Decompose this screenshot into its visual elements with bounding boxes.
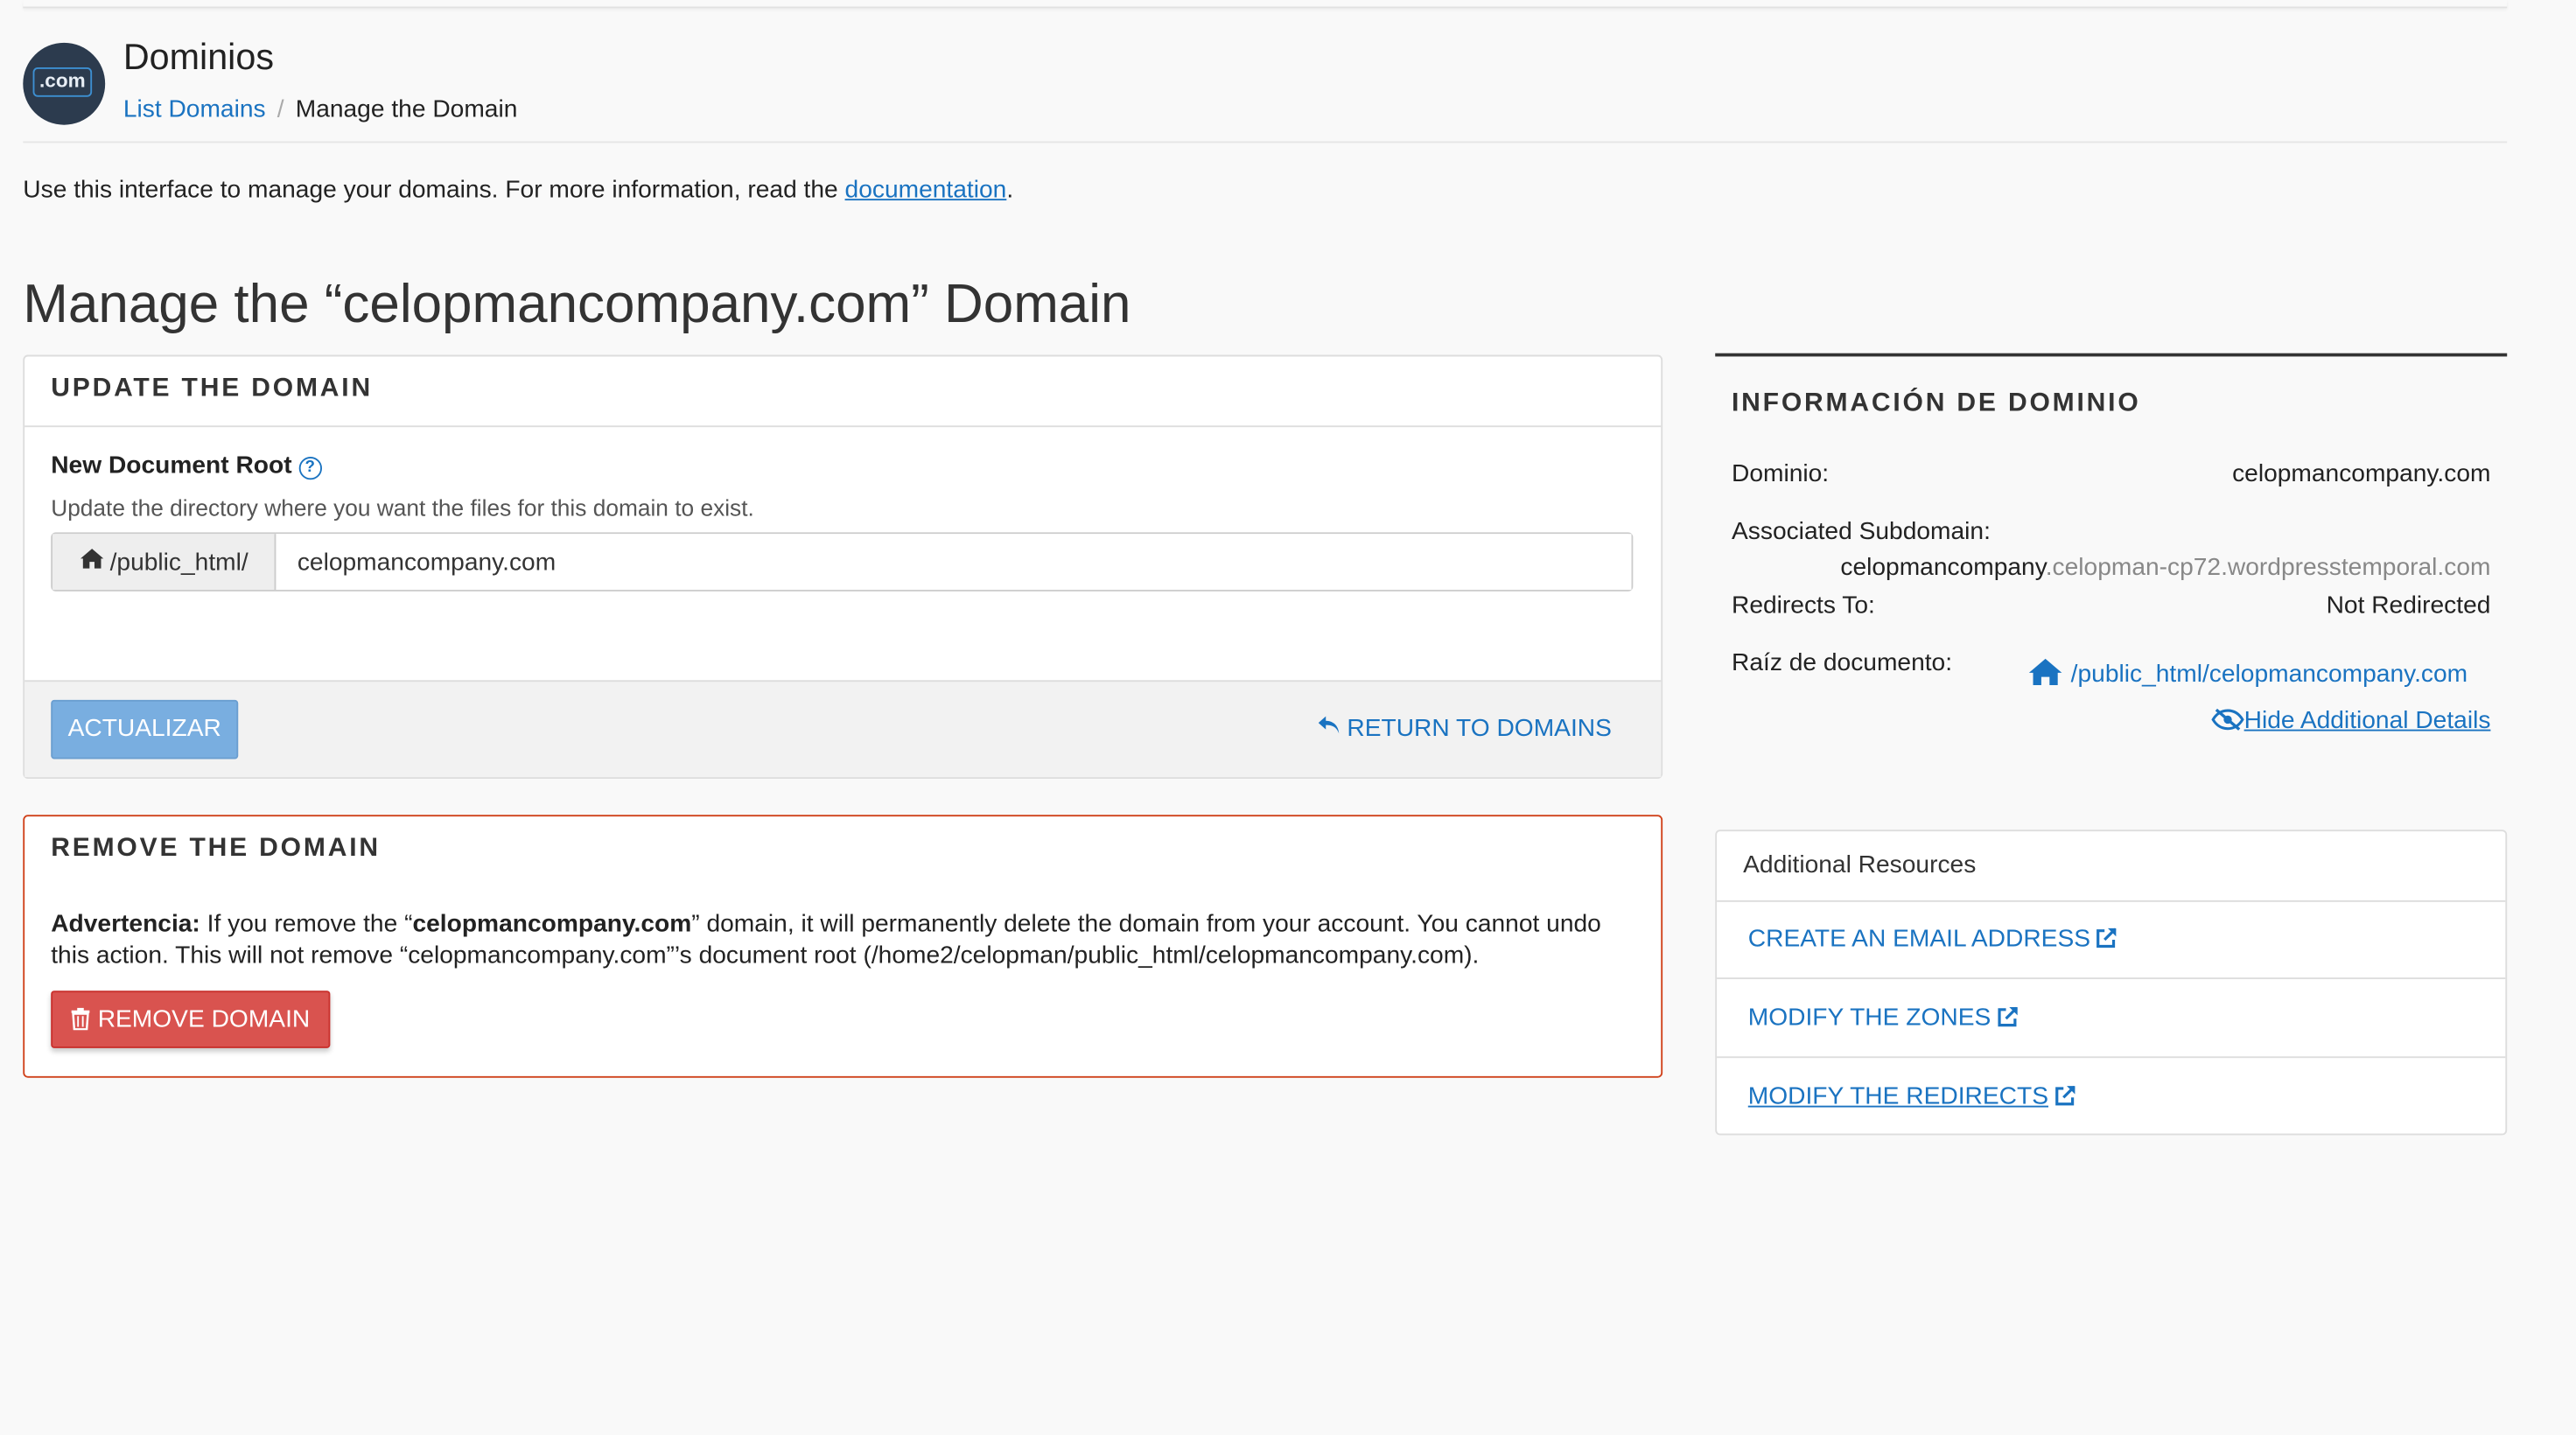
- external-link-icon: [1996, 1005, 2019, 1035]
- resources-header: Additional Resources: [1717, 831, 2506, 902]
- document-root-label: New Document Root?: [51, 452, 322, 480]
- document-root-help: Update the directory where you want the …: [51, 494, 754, 522]
- external-link-icon: [2054, 1084, 2076, 1114]
- document-root-prefix: /public_html/: [52, 534, 276, 591]
- resource-item: MODIFY THE ZONES: [1717, 979, 2506, 1059]
- create-email-label: CREATE AN EMAIL ADDRESS: [1747, 925, 2091, 954]
- intro-suffix: .: [1006, 175, 1014, 204]
- home-icon: [2028, 658, 2064, 689]
- top-bar-edge: [23, 0, 2508, 9]
- return-to-domains-link[interactable]: RETURN TO DOMAINS: [1317, 715, 1612, 743]
- additional-resources-panel: Additional Resources CREATE AN EMAIL ADD…: [1715, 830, 2508, 1137]
- domains-app-icon: .com: [23, 42, 106, 125]
- update-panel-title: UPDATE THE DOMAIN: [51, 374, 373, 403]
- subdomain-label: Associated Subdomain:: [1731, 517, 1991, 546]
- eye-slash-icon: [2211, 706, 2244, 734]
- help-icon[interactable]: ?: [298, 456, 322, 480]
- domain-value: celopmancompany.com: [2232, 459, 2491, 488]
- docroot-link[interactable]: /public_html/celopmancompany.com: [2028, 657, 2468, 689]
- breadcrumb-separator: /: [276, 94, 284, 123]
- update-button[interactable]: ACTUALIZAR: [51, 699, 239, 760]
- trash-icon: [71, 1005, 91, 1033]
- hide-additional-details-label: Hide Additional Details: [2244, 706, 2491, 735]
- remove-panel-title: REMOVE THE DOMAIN: [51, 834, 381, 863]
- remove-domain-label: REMOVE DOMAIN: [97, 1005, 311, 1034]
- document-root-input[interactable]: [276, 534, 1632, 591]
- update-domain-panel: UPDATE THE DOMAIN New Document Root? Upd…: [23, 354, 1663, 779]
- modify-redirects-label: MODIFY THE REDIRECTS: [1747, 1082, 2049, 1111]
- update-panel-footer: ACTUALIZAR RETURN TO DOMAINS: [24, 680, 1662, 778]
- modify-zones-link[interactable]: MODIFY THE ZONES: [1748, 1004, 2019, 1035]
- domain-info-title: INFORMACIÓN DE DOMINIO: [1731, 388, 2141, 417]
- warning-pre: If you remove the “: [200, 910, 413, 939]
- subdomain-main: celopmancompany: [1840, 553, 2046, 582]
- document-root-input-group: /public_html/: [51, 532, 1634, 592]
- remove-domain-panel: REMOVE THE DOMAIN Advertencia: If you re…: [23, 815, 1663, 1078]
- remove-domain-button[interactable]: REMOVE DOMAIN: [51, 990, 331, 1048]
- header-divider: [23, 141, 2508, 144]
- modify-redirects-link[interactable]: MODIFY THE REDIRECTS: [1748, 1082, 2076, 1114]
- resource-item: CREATE AN EMAIL ADDRESS: [1717, 900, 2506, 980]
- create-email-link[interactable]: CREATE AN EMAIL ADDRESS: [1748, 925, 2118, 956]
- intro-sentence: Use this interface to manage your domain…: [23, 175, 845, 204]
- remove-warning: Advertencia: If you remove the “celopman…: [51, 908, 1636, 970]
- page-title: Manage the “celopmancompany.com” Domain: [23, 272, 1131, 334]
- docroot-label: Raíz de documento:: [1731, 648, 1953, 677]
- modify-zones-label: MODIFY THE ZONES: [1747, 1004, 1992, 1032]
- return-to-domains-label: RETURN TO DOMAINS: [1347, 714, 1612, 743]
- warning-domain: celopmancompany.com: [412, 910, 692, 939]
- subdomain-value: celopmancompany.celopman-cp72.wordpresst…: [1840, 554, 2490, 582]
- warning-label: Advertencia:: [51, 910, 200, 939]
- breadcrumb: List Domains / Manage the Domain: [123, 95, 518, 123]
- documentation-link[interactable]: documentation: [845, 176, 1007, 204]
- prefix-text: /public_html/: [109, 548, 248, 577]
- hide-additional-details-link[interactable]: Hide Additional Details: [2211, 706, 2490, 734]
- redirects-value: Not Redirected: [2326, 591, 2491, 620]
- page: .com Dominios List Domains / Manage the Do…: [0, 0, 2576, 1434]
- subdomain-rest: .celopman-cp72.wordpresstemporal.com: [2045, 553, 2491, 582]
- intro-text: Use this interface to manage your domain…: [23, 176, 1013, 204]
- domain-info-divider: [1715, 353, 2508, 357]
- document-root-label-text: New Document Root: [51, 452, 292, 480]
- return-arrow-icon: [1317, 715, 1340, 743]
- external-link-icon: [2096, 927, 2118, 956]
- domain-label: Dominio:: [1731, 459, 1830, 488]
- logo-text: .com: [32, 66, 93, 97]
- home-icon: [79, 547, 105, 577]
- resource-item: MODIFY THE REDIRECTS: [1717, 1058, 2505, 1137]
- redirects-label: Redirects To:: [1731, 591, 1875, 620]
- app-title: Dominios: [122, 36, 275, 78]
- update-panel-header: UPDATE THE DOMAIN: [24, 356, 1662, 428]
- breadcrumb-current: Manage the Domain: [295, 94, 518, 123]
- resources-title: Additional Resources: [1743, 850, 1977, 879]
- breadcrumb-list-domains-link[interactable]: List Domains: [123, 95, 266, 123]
- docroot-value: /public_html/celopmancompany.com: [2070, 660, 2468, 689]
